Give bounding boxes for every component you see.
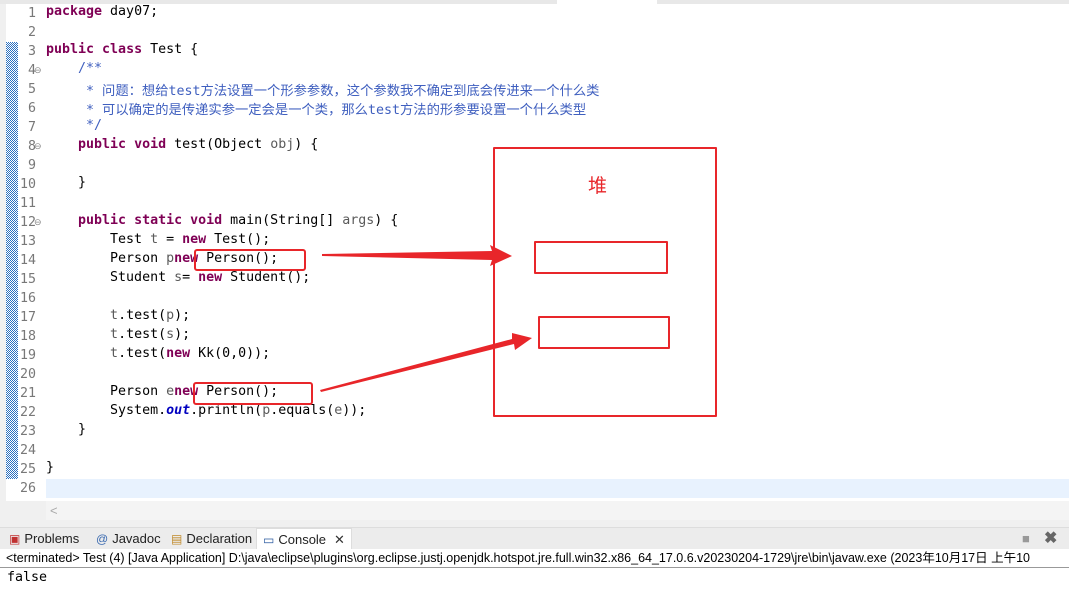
- console-icon: ▭: [263, 532, 275, 547]
- tab-declaration[interactable]: ▤ Declaration: [171, 528, 252, 550]
- at-icon: @: [96, 532, 109, 546]
- terminate-remove-icon[interactable]: ✖: [1044, 528, 1057, 550]
- tab-problems[interactable]: ▣ Problems: [9, 528, 79, 550]
- console-output[interactable]: false: [0, 568, 1069, 606]
- problems-icon: ▣: [9, 532, 21, 546]
- close-icon[interactable]: ✕: [334, 529, 345, 551]
- tab-label: Console: [278, 531, 327, 547]
- arrow-2: [320, 333, 532, 392]
- arrows: [320, 245, 532, 392]
- tab-label: Problems: [24, 531, 80, 546]
- declaration-icon: ▤: [171, 532, 183, 546]
- console-status: <terminated> Test (4) [Java Application]…: [0, 549, 1069, 568]
- output-text: false: [7, 570, 48, 585]
- arrow-1: [322, 245, 512, 266]
- tab-label: Declaration: [186, 531, 253, 546]
- tab-console[interactable]: ▭ Console ✕: [256, 528, 352, 550]
- minimize-icon[interactable]: ■: [1022, 528, 1030, 550]
- tab-label: Javadoc: [112, 531, 161, 546]
- tab-javadoc[interactable]: @ Javadoc: [96, 528, 161, 550]
- panel-tab-bar: ▣ Problems @ Javadoc ▤ Declaration ▭ Console…: [0, 527, 1069, 550]
